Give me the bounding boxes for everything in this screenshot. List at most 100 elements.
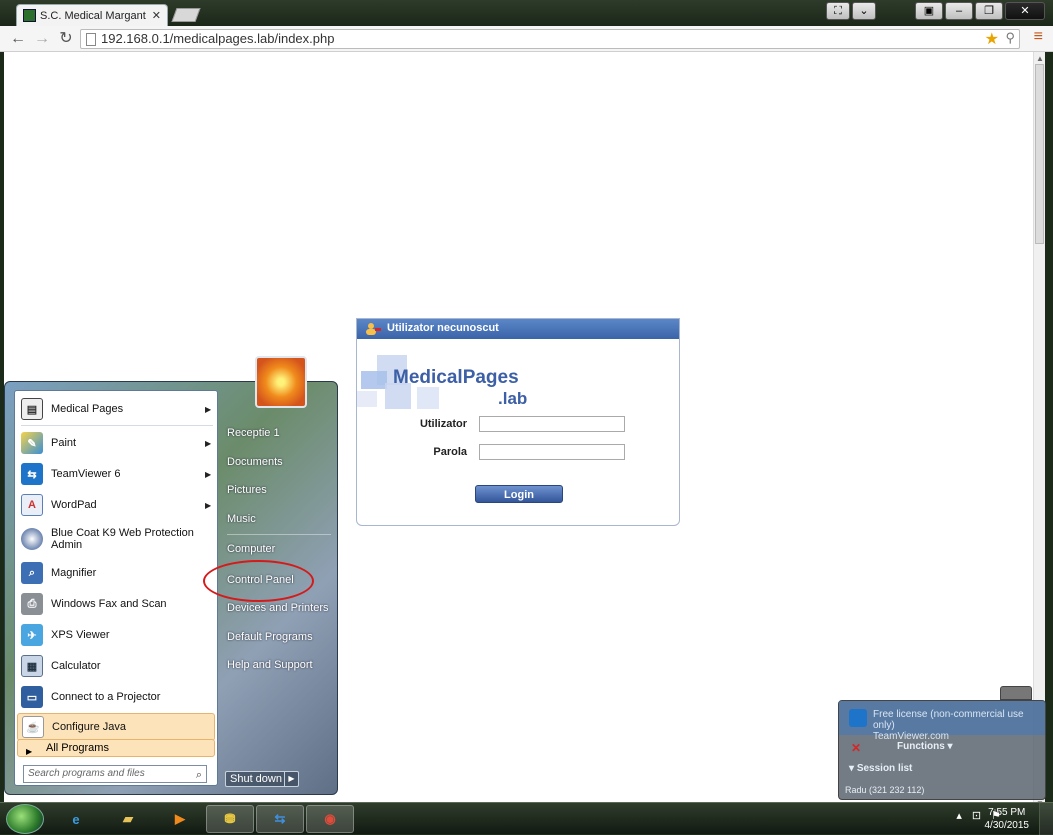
program-bluecoat[interactable]: Blue Coat K9 Web Protection Admin (17, 523, 215, 555)
profile-icon[interactable]: ▣ (915, 2, 943, 20)
program-projector[interactable]: ▭ Connect to a Projector (17, 683, 215, 711)
program-configure-java[interactable]: ☕ Configure Java (17, 713, 215, 741)
teamviewer-icon: ⇆ (21, 463, 43, 485)
forward-arrow-icon[interactable]: → (32, 29, 52, 49)
close-icon[interactable]: ✕ (851, 741, 861, 755)
teamviewer-taskbar-icon[interactable]: ⇆ (256, 805, 304, 833)
program-teamviewer[interactable]: ⇆ TeamViewer 6 ▶ (17, 460, 215, 488)
program-magnifier[interactable]: ⌕ Magnifier (17, 559, 215, 587)
browser-titlebar: S.C. Medical Margant S.R.L ✕ ⛶ ⌄ ▣ – ❐ ✕ (0, 0, 1053, 26)
extension-icon[interactable]: ⚲ (1005, 30, 1015, 46)
program-wordpad[interactable]: A WordPad ▶ (17, 491, 215, 519)
tray-expand-icon[interactable]: ▴ (956, 809, 962, 822)
internet-explorer-icon[interactable]: e (52, 805, 100, 833)
logo-main-text: MedicalPages (393, 367, 519, 388)
minimize-button[interactable]: – (945, 2, 973, 20)
chevron-right-icon: ▶ (205, 469, 212, 479)
user-avatar[interactable] (255, 356, 307, 408)
restore-button[interactable]: ❐ (975, 2, 1003, 20)
browser-tab[interactable]: S.C. Medical Margant S.R.L ✕ (16, 4, 168, 26)
fax-icon: ⎙ (21, 593, 43, 615)
tab-close-icon[interactable]: ✕ (152, 9, 161, 22)
show-desktop-button[interactable] (1039, 803, 1053, 835)
start-link-user-folder[interactable]: Receptie 1 (227, 427, 280, 439)
start-link-help-support[interactable]: Help and Support (227, 659, 313, 671)
chevron-right-icon: ▶ (205, 500, 212, 510)
new-tab-button[interactable] (171, 8, 201, 22)
logo-sub-text: .lab (498, 389, 528, 408)
chevron-right-icon: ▶ (26, 747, 33, 756)
chrome-icon[interactable]: ◉ (306, 805, 354, 833)
start-search-box[interactable]: Search programs and files ⌕ (23, 765, 207, 783)
bluecoat-icon (21, 528, 43, 550)
clock[interactable]: 7:55 PM 4/30/2015 (985, 806, 1030, 832)
teamviewer-panel: Free license (non-commercial use only) T… (838, 700, 1046, 800)
medical-pages-taskbar-icon[interactable]: ⛃ (206, 805, 254, 833)
login-panel: Utilizator necunoscut MedicalPages .lab … (356, 318, 680, 526)
calculator-icon: ▦ (21, 655, 43, 677)
scroll-up-icon[interactable]: ▲ (1036, 54, 1044, 63)
close-window-button[interactable]: ✕ (1005, 2, 1045, 20)
explorer-folder-icon[interactable]: ▰ (104, 805, 152, 833)
password-label: Parola (433, 446, 467, 458)
password-field[interactable] (479, 444, 625, 460)
java-icon: ☕ (22, 716, 44, 738)
teamviewer-header: Free license (non-commercial use only) T… (839, 701, 1045, 742)
functions-menu[interactable]: Functions ▾ (897, 741, 953, 752)
scroll-thumb[interactable] (1035, 64, 1044, 244)
taskbar: e ▰ ▶ ⛃ ⇆ ◉ ▴ ⊡ ⚑ 7:55 PM 4/30/2015 (0, 802, 1053, 835)
back-arrow-icon[interactable]: ← (8, 29, 28, 49)
search-placeholder: Search programs and files (28, 768, 145, 779)
program-paint[interactable]: ✎ Paint ▶ (17, 429, 215, 457)
all-programs-button[interactable]: ▶ All Programs (17, 739, 215, 757)
start-menu-programs: ▤ Medical Pages ▶ ✎ Paint ▶ ⇆ TeamViewer… (14, 390, 218, 786)
wordpad-icon: A (21, 494, 43, 516)
start-link-music[interactable]: Music (227, 513, 256, 525)
network-icon[interactable]: ⊡ (972, 809, 981, 822)
program-fax-scan[interactable]: ⎙ Windows Fax and Scan (17, 590, 215, 618)
program-medical-pages[interactable]: ▤ Medical Pages ▶ (17, 395, 215, 423)
chevron-right-icon: ▶ (205, 438, 212, 448)
reload-icon[interactable]: ↻ (56, 29, 76, 49)
chevron-right-icon[interactable]: ▶ (284, 772, 298, 786)
browser-toolbar: ← → ↻ 192.168.0.1/medicalpages.lab/index… (0, 26, 1053, 52)
start-link-documents[interactable]: Documents (227, 456, 283, 468)
teamviewer-icon (849, 709, 867, 727)
projector-icon: ▭ (21, 686, 43, 708)
screen-share-icon[interactable]: ⛶ (826, 2, 850, 20)
start-link-default-programs[interactable]: Default Programs (227, 631, 313, 643)
medical-pages-icon: ▤ (21, 398, 43, 420)
username-label: Utilizator (419, 418, 467, 430)
login-header-text: Utilizator necunoscut (387, 322, 499, 334)
bookmark-star-icon[interactable]: ★ (985, 29, 999, 49)
unknown-user-icon (366, 323, 381, 335)
program-calculator[interactable]: ▦ Calculator (17, 652, 215, 680)
tab-title: S.C. Medical Margant S.R.L (40, 9, 148, 22)
start-link-pictures[interactable]: Pictures (227, 484, 267, 496)
chevron-right-icon: ▶ (205, 404, 212, 414)
magnifier-icon: ⌕ (21, 562, 43, 584)
paint-icon: ✎ (21, 432, 43, 454)
start-link-devices-printers[interactable]: Devices and Printers (227, 602, 329, 614)
teamviewer-panel-tab[interactable] (1000, 686, 1032, 700)
menu-icon[interactable]: ≡ (1034, 28, 1043, 46)
start-link-computer[interactable]: Computer (227, 543, 275, 555)
search-icon: ⌕ (195, 769, 202, 781)
vertical-scrollbar[interactable]: ▲ ▼ (1033, 52, 1045, 810)
media-player-icon[interactable]: ▶ (156, 805, 204, 833)
program-xps-viewer[interactable]: ✈ XPS Viewer (17, 621, 215, 649)
session-list-header[interactable]: ▾ Session list (849, 763, 912, 774)
chevron-down-icon[interactable]: ⌄ (852, 2, 876, 20)
site-favicon-icon (23, 9, 36, 22)
username-field[interactable] (479, 416, 625, 432)
session-user[interactable]: Radu (321 232 112) (845, 785, 924, 795)
start-button[interactable] (6, 804, 44, 834)
xps-icon: ✈ (21, 624, 43, 646)
url-text: 192.168.0.1/medicalpages.lab/index.php (101, 31, 335, 46)
shutdown-button[interactable]: Shut down ▶ (225, 771, 299, 787)
address-bar[interactable]: 192.168.0.1/medicalpages.lab/index.php (80, 29, 1020, 49)
login-header: Utilizator necunoscut (357, 319, 679, 339)
login-button[interactable]: Login (475, 485, 563, 503)
medicalpages-logo: MedicalPages .lab (357, 355, 557, 417)
annotation-oval (203, 560, 314, 602)
